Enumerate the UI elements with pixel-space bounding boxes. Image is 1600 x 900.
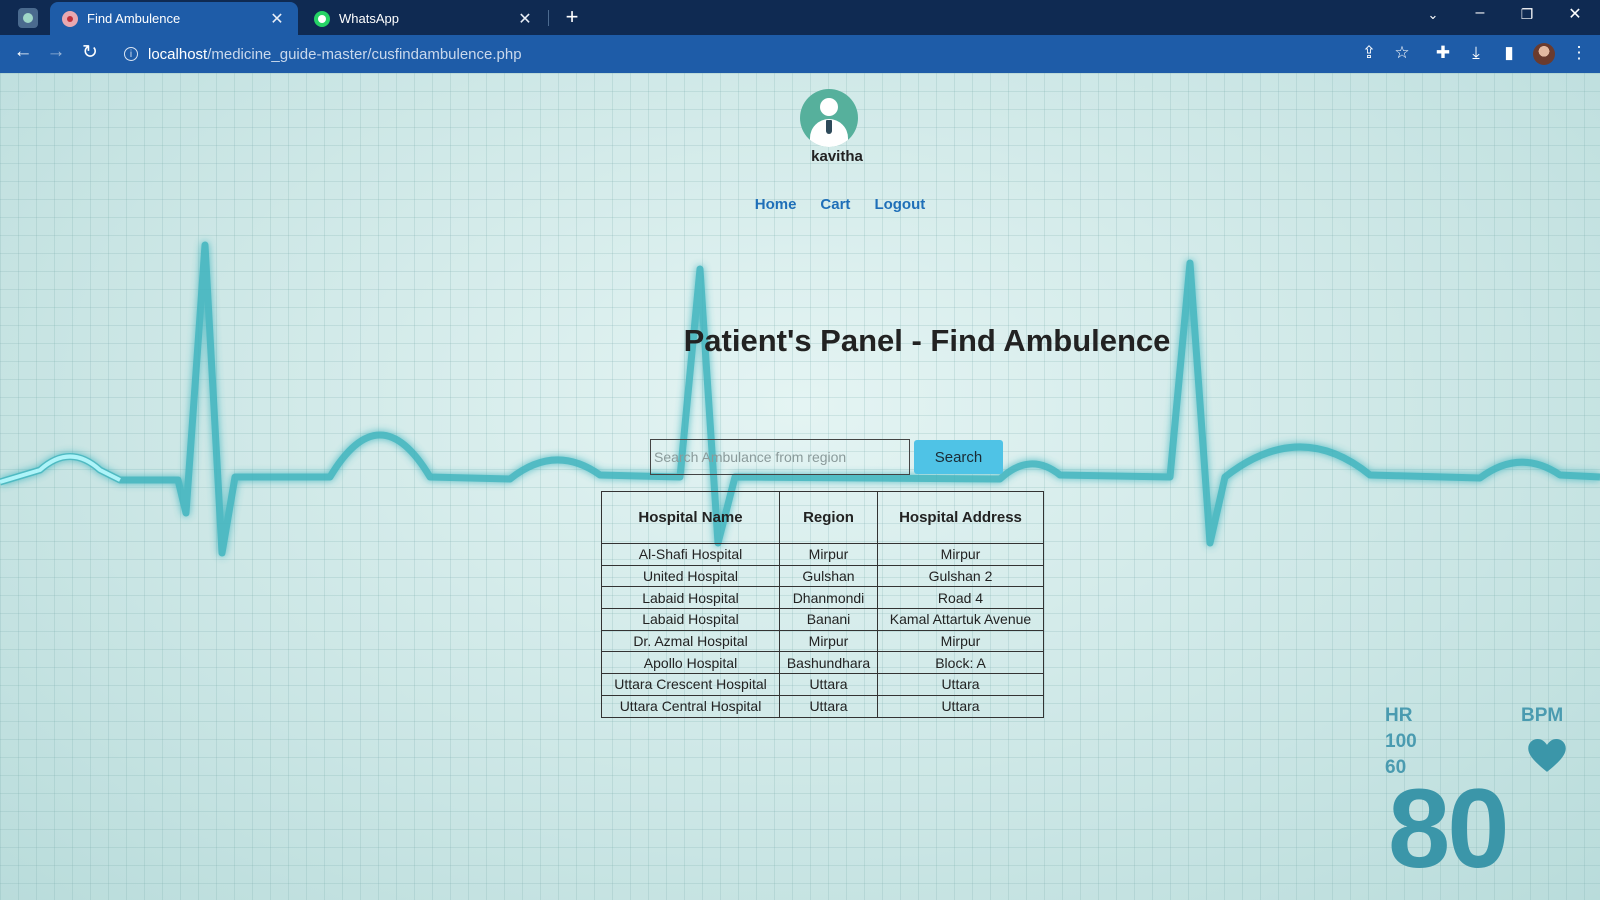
ambulance-favicon-icon (62, 10, 78, 27)
hospital-name-cell: Uttara Crescent Hospital (601, 673, 780, 696)
region-cell: Bashundhara (779, 651, 878, 675)
tab-divider (548, 10, 549, 26)
minimize-icon[interactable]: – (1465, 4, 1495, 22)
column-header-hospital-name: Hospital Name (601, 491, 780, 544)
hospital-address-cell: Gulshan 2 (877, 564, 1044, 588)
table-row: Labaid Hospital Banani Kamal Attartuk Av… (601, 608, 1044, 631)
table-row: Apollo Hospital Bashundhara Block: A (601, 651, 1044, 675)
hospital-address-cell: Uttara (877, 673, 1044, 696)
address-bar[interactable]: i localhost/medicine_guide-master/cusfin… (112, 39, 1382, 69)
nav-logout-link[interactable]: Logout (874, 196, 925, 213)
hospital-name-cell: Apollo Hospital (601, 651, 780, 675)
page-content: kavitha Home Cart Logout Patient's Panel… (0, 73, 1600, 900)
search-input[interactable] (650, 439, 910, 475)
forward-icon[interactable]: → (43, 41, 69, 63)
hospital-name-cell: Labaid Hospital (601, 608, 780, 631)
browser-toolbar: ← → ↻ i localhost/medicine_guide-master/… (0, 35, 1600, 73)
side-panel-icon[interactable]: ▮ (1498, 43, 1520, 63)
heart-icon (1528, 739, 1566, 772)
url-path: /medicine_guide-master/cusfindambulence.… (207, 45, 522, 63)
tab-title: WhatsApp (339, 11, 399, 26)
reload-icon[interactable]: ↻ (77, 41, 103, 64)
table-row: Uttara Central Hospital Uttara Uttara (601, 694, 1044, 718)
table-row: Dr. Azmal Hospital Mirpur Mirpur (601, 629, 1044, 653)
page-title: Patient's Panel - Find Ambulence (683, 323, 1171, 358)
tab-title: Find Ambulence (87, 11, 181, 26)
profile-avatar-icon[interactable] (1533, 43, 1555, 65)
hr-upper-limit: 100 (1385, 731, 1417, 752)
tab-list-chevron-icon[interactable]: ⌄ (1418, 7, 1448, 23)
bookmark-star-icon[interactable]: ☆ (1391, 43, 1413, 63)
close-window-icon[interactable]: ✕ (1560, 4, 1590, 24)
nav-cart-link[interactable]: Cart (820, 196, 850, 213)
region-cell: Uttara (779, 694, 878, 718)
kebab-menu-icon[interactable]: ⋮ (1568, 43, 1590, 63)
hospital-address-cell: Uttara (877, 694, 1044, 718)
hospital-name-cell: United Hospital (601, 564, 780, 588)
hospital-name-cell: Uttara Central Hospital (601, 694, 780, 718)
hr-label: HR (1385, 705, 1413, 726)
hospital-address-cell: Mirpur (877, 629, 1044, 653)
share-icon[interactable]: ⇪ (1358, 43, 1380, 63)
username: kavitha (811, 148, 863, 165)
hospital-name-cell: Labaid Hospital (601, 586, 780, 610)
region-cell: Mirpur (779, 629, 878, 653)
region-cell: Uttara (779, 673, 878, 696)
close-tab-icon[interactable]: ✕ (268, 9, 286, 29)
table-row: Al-Shafi Hospital Mirpur Mirpur (601, 543, 1044, 566)
hospital-address-cell: Road 4 (877, 586, 1044, 610)
table-row: Labaid Hospital Dhanmondi Road 4 (601, 586, 1044, 610)
heart-monitor-readout: HR BPM 100 60 80 (1380, 705, 1600, 900)
hospital-address-cell: Block: A (877, 651, 1044, 675)
nav-home-link[interactable]: Home (755, 196, 797, 213)
new-tab-icon[interactable]: + (560, 4, 584, 30)
region-cell: Banani (779, 608, 878, 631)
table-row: Uttara Crescent Hospital Uttara Uttara (601, 673, 1044, 696)
region-cell: Gulshan (779, 564, 878, 588)
extensions-puzzle-icon[interactable]: ✚ (1432, 43, 1454, 63)
search-button[interactable]: Search (914, 440, 1003, 474)
region-cell: Dhanmondi (779, 586, 878, 610)
browser-tabstrip: Find Ambulence ✕ WhatsApp ✕ + ⌄ – ❐ ✕ (0, 0, 1600, 35)
table-header-row: Hospital Name Region Hospital Address (601, 491, 1044, 544)
site-info-icon[interactable]: i (124, 47, 138, 61)
tab-find-ambulence[interactable]: Find Ambulence ✕ (50, 2, 298, 35)
whatsapp-icon (314, 10, 330, 27)
url-host: localhost (148, 45, 208, 63)
main-nav: Home Cart Logout (700, 196, 980, 213)
hospital-name-cell: Al-Shafi Hospital (601, 543, 780, 566)
close-tab-icon[interactable]: ✕ (516, 9, 534, 29)
hospital-address-cell: Kamal Attartuk Avenue (877, 608, 1044, 631)
column-header-region: Region (779, 491, 878, 544)
hospital-address-cell: Mirpur (877, 543, 1044, 566)
tab-whatsapp[interactable]: WhatsApp ✕ (302, 2, 546, 35)
bpm-label: BPM (1521, 705, 1564, 726)
back-icon[interactable]: ← (10, 41, 36, 63)
ambulance-table: Hospital Name Region Hospital Address Al… (601, 491, 1044, 718)
column-header-hospital-address: Hospital Address (877, 491, 1044, 544)
download-icon[interactable]: ⤓ (1465, 43, 1487, 63)
tab-search-icon[interactable] (18, 8, 38, 28)
user-avatar-icon (800, 89, 858, 147)
hospital-name-cell: Dr. Azmal Hospital (601, 629, 780, 653)
table-row: United Hospital Gulshan Gulshan 2 (601, 564, 1044, 588)
bpm-reading: 80 (1388, 766, 1510, 891)
region-cell: Mirpur (779, 543, 878, 566)
restore-icon[interactable]: ❐ (1512, 6, 1542, 23)
